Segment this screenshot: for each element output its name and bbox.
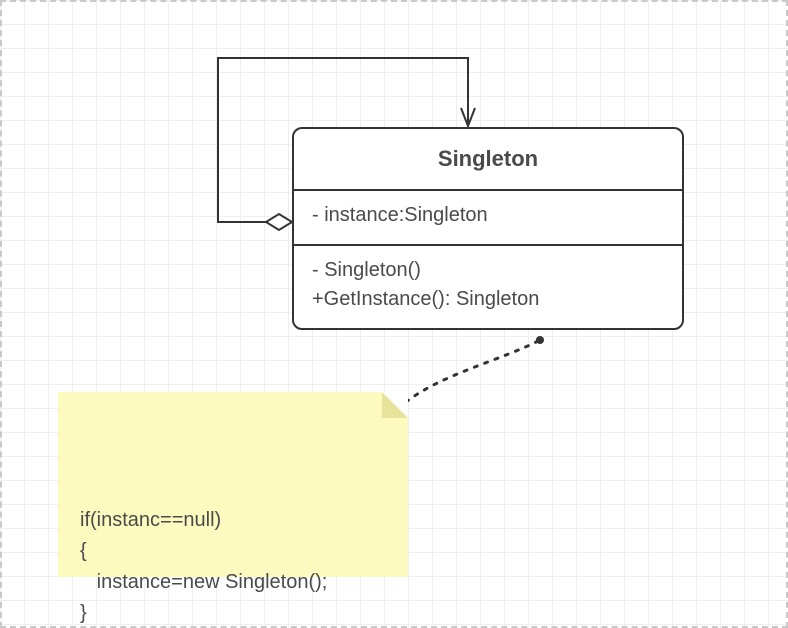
attribute-instance: - instance:Singleton xyxy=(312,201,664,230)
class-attributes: - instance:Singleton xyxy=(294,189,682,244)
diagram-canvas: Singleton - instance:Singleton - Singlet… xyxy=(0,0,788,628)
uml-class-singleton: Singleton - instance:Singleton - Singlet… xyxy=(292,127,684,330)
class-name: Singleton xyxy=(294,129,682,189)
note-fold-icon xyxy=(382,392,408,418)
operation-constructor: - Singleton() xyxy=(312,256,664,285)
note-code-text: if(instanc==null) { instance=new Singlet… xyxy=(80,505,386,628)
class-operations: - Singleton() +GetInstance(): Singleton xyxy=(294,244,682,328)
code-note: if(instanc==null) { instance=new Singlet… xyxy=(58,392,408,577)
note-link-connector xyxy=(406,336,544,402)
operation-getinstance: +GetInstance(): Singleton xyxy=(312,285,664,314)
